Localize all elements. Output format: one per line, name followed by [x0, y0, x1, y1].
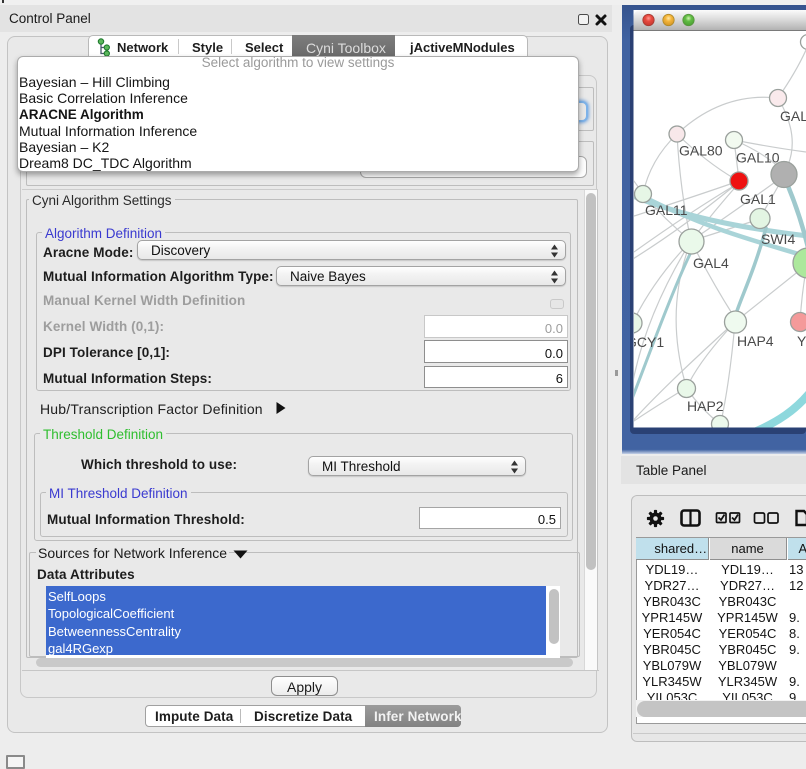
- svg-text:SWI4: SWI4: [761, 231, 795, 247]
- svg-text:GAL2: GAL2: [780, 108, 806, 124]
- svg-text:HAP4: HAP4: [737, 333, 774, 349]
- svg-text:GAL80: GAL80: [679, 143, 723, 159]
- svg-text:HAP2: HAP2: [687, 398, 724, 414]
- svg-text:GAL4: GAL4: [693, 255, 729, 271]
- svg-text:GAL1: GAL1: [740, 191, 776, 207]
- svg-text:Y: Y: [797, 333, 806, 349]
- svg-text:GAL11: GAL11: [645, 202, 688, 218]
- svg-text:GAL10: GAL10: [736, 150, 780, 166]
